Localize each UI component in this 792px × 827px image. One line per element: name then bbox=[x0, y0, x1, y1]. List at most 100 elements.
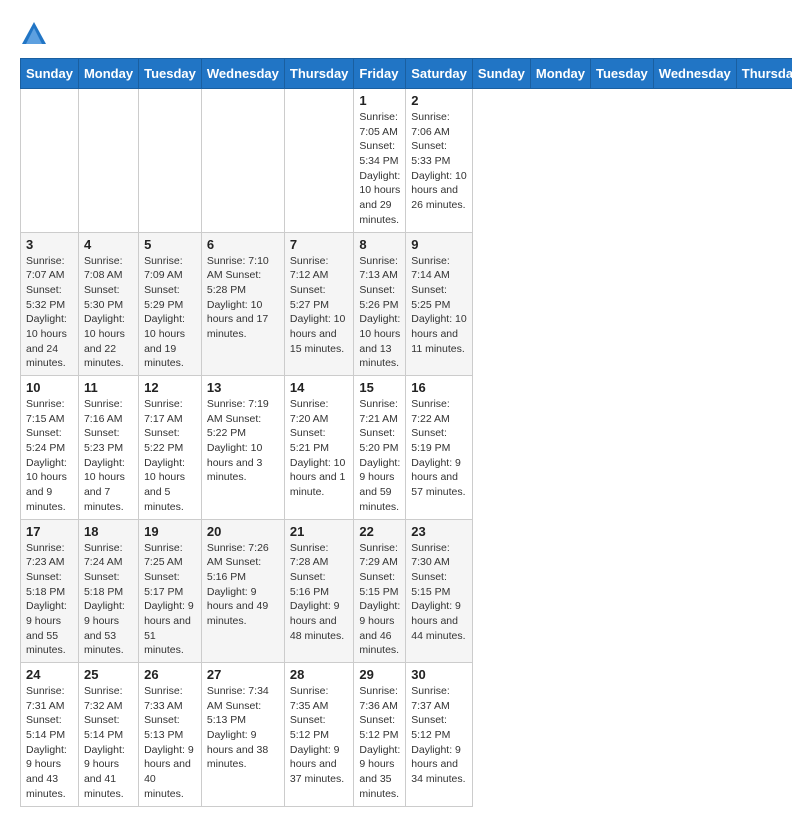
weekday-header-tuesday: Tuesday bbox=[591, 59, 654, 89]
calendar-cell: 7 Sunrise: 7:12 AM Sunset: 5:27 PM Daylig… bbox=[284, 232, 354, 376]
day-number: 6 bbox=[207, 237, 279, 252]
calendar-cell: 28 Sunrise: 7:35 AM Sunset: 5:12 PM Dayli… bbox=[284, 663, 354, 807]
day-number: 30 bbox=[411, 667, 467, 682]
logo bbox=[20, 20, 52, 48]
day-info: Sunrise: 7:23 AM Sunset: 5:18 PM Dayligh… bbox=[26, 541, 73, 659]
day-number: 28 bbox=[290, 667, 349, 682]
logo-icon bbox=[20, 20, 48, 48]
day-info: Sunrise: 7:29 AM Sunset: 5:15 PM Dayligh… bbox=[359, 541, 400, 659]
day-number: 8 bbox=[359, 237, 400, 252]
day-info: Sunrise: 7:09 AM Sunset: 5:29 PM Dayligh… bbox=[144, 254, 196, 372]
calendar-cell: 1 Sunrise: 7:05 AM Sunset: 5:34 PM Daylig… bbox=[354, 89, 406, 233]
day-number: 1 bbox=[359, 93, 400, 108]
day-info: Sunrise: 7:36 AM Sunset: 5:12 PM Dayligh… bbox=[359, 684, 400, 802]
day-info: Sunrise: 7:34 AM Sunset: 5:13 PM Dayligh… bbox=[207, 684, 279, 772]
day-info: Sunrise: 7:15 AM Sunset: 5:24 PM Dayligh… bbox=[26, 397, 73, 515]
day-info: Sunrise: 7:12 AM Sunset: 5:27 PM Dayligh… bbox=[290, 254, 349, 357]
day-number: 5 bbox=[144, 237, 196, 252]
day-info: Sunrise: 7:26 AM Sunset: 5:16 PM Dayligh… bbox=[207, 541, 279, 629]
day-number: 17 bbox=[26, 524, 73, 539]
weekday-header-thursday: Thursday bbox=[284, 59, 354, 89]
day-number: 27 bbox=[207, 667, 279, 682]
weekday-header-thursday: Thursday bbox=[736, 59, 792, 89]
day-number: 2 bbox=[411, 93, 467, 108]
calendar-cell: 24 Sunrise: 7:31 AM Sunset: 5:14 PM Dayli… bbox=[21, 663, 79, 807]
day-info: Sunrise: 7:24 AM Sunset: 5:18 PM Dayligh… bbox=[84, 541, 133, 659]
day-info: Sunrise: 7:16 AM Sunset: 5:23 PM Dayligh… bbox=[84, 397, 133, 515]
calendar-week-row: 10 Sunrise: 7:15 AM Sunset: 5:24 PM Dayli… bbox=[21, 376, 792, 520]
day-info: Sunrise: 7:06 AM Sunset: 5:33 PM Dayligh… bbox=[411, 110, 467, 213]
calendar-cell bbox=[139, 89, 202, 233]
day-number: 26 bbox=[144, 667, 196, 682]
day-number: 12 bbox=[144, 380, 196, 395]
day-number: 13 bbox=[207, 380, 279, 395]
day-number: 21 bbox=[290, 524, 349, 539]
calendar-cell: 9 Sunrise: 7:14 AM Sunset: 5:25 PM Daylig… bbox=[406, 232, 473, 376]
calendar-week-row: 17 Sunrise: 7:23 AM Sunset: 5:18 PM Dayli… bbox=[21, 519, 792, 663]
day-info: Sunrise: 7:30 AM Sunset: 5:15 PM Dayligh… bbox=[411, 541, 467, 644]
calendar-cell: 16Sunrise: 7:22 AM Sunset: 5:19 PM Dayli… bbox=[406, 376, 473, 520]
day-info: Sunrise: 7:13 AM Sunset: 5:26 PM Dayligh… bbox=[359, 254, 400, 372]
calendar-week-row: 24 Sunrise: 7:31 AM Sunset: 5:14 PM Dayli… bbox=[21, 663, 792, 807]
calendar-cell: 21 Sunrise: 7:28 AM Sunset: 5:16 PM Dayli… bbox=[284, 519, 354, 663]
weekday-header-saturday: Saturday bbox=[406, 59, 473, 89]
day-number: 16 bbox=[411, 380, 467, 395]
day-number: 29 bbox=[359, 667, 400, 682]
calendar-cell: 11 Sunrise: 7:16 AM Sunset: 5:23 PM Dayli… bbox=[78, 376, 138, 520]
day-info: Sunrise: 7:14 AM Sunset: 5:25 PM Dayligh… bbox=[411, 254, 467, 357]
calendar-cell: 18 Sunrise: 7:24 AM Sunset: 5:18 PM Dayli… bbox=[78, 519, 138, 663]
day-info: Sunrise: 7:08 AM Sunset: 5:30 PM Dayligh… bbox=[84, 254, 133, 372]
day-number: 20 bbox=[207, 524, 279, 539]
calendar-cell: 15 Sunrise: 7:21 AM Sunset: 5:20 PM Dayli… bbox=[354, 376, 406, 520]
page-header bbox=[20, 20, 772, 48]
day-info: Sunrise: 7:33 AM Sunset: 5:13 PM Dayligh… bbox=[144, 684, 196, 802]
day-info: Sunrise: 7:10 AM Sunset: 5:28 PM Dayligh… bbox=[207, 254, 279, 342]
day-number: 14 bbox=[290, 380, 349, 395]
day-info: Sunrise: 7:37 AM Sunset: 5:12 PM Dayligh… bbox=[411, 684, 467, 787]
calendar-cell: 17 Sunrise: 7:23 AM Sunset: 5:18 PM Dayli… bbox=[21, 519, 79, 663]
calendar-cell: 8 Sunrise: 7:13 AM Sunset: 5:26 PM Daylig… bbox=[354, 232, 406, 376]
calendar-cell: 29 Sunrise: 7:36 AM Sunset: 5:12 PM Dayli… bbox=[354, 663, 406, 807]
day-info: Sunrise: 7:21 AM Sunset: 5:20 PM Dayligh… bbox=[359, 397, 400, 515]
day-info: Sunrise: 7:32 AM Sunset: 5:14 PM Dayligh… bbox=[84, 684, 133, 802]
day-number: 7 bbox=[290, 237, 349, 252]
day-number: 18 bbox=[84, 524, 133, 539]
day-info: Sunrise: 7:31 AM Sunset: 5:14 PM Dayligh… bbox=[26, 684, 73, 802]
day-number: 25 bbox=[84, 667, 133, 682]
day-number: 23 bbox=[411, 524, 467, 539]
calendar-cell: 27 Sunrise: 7:34 AM Sunset: 5:13 PM Dayli… bbox=[201, 663, 284, 807]
weekday-header-sunday: Sunday bbox=[21, 59, 79, 89]
day-info: Sunrise: 7:05 AM Sunset: 5:34 PM Dayligh… bbox=[359, 110, 400, 228]
calendar-header-row: SundayMondayTuesdayWednesdayThursdayFrid… bbox=[21, 59, 792, 89]
calendar-cell: 4 Sunrise: 7:08 AM Sunset: 5:30 PM Daylig… bbox=[78, 232, 138, 376]
calendar-cell bbox=[284, 89, 354, 233]
day-info: Sunrise: 7:35 AM Sunset: 5:12 PM Dayligh… bbox=[290, 684, 349, 787]
calendar-week-row: 3Sunrise: 7:07 AM Sunset: 5:32 PM Daylig… bbox=[21, 232, 792, 376]
calendar-cell: 12 Sunrise: 7:17 AM Sunset: 5:22 PM Dayli… bbox=[139, 376, 202, 520]
calendar-cell: 3Sunrise: 7:07 AM Sunset: 5:32 PM Daylig… bbox=[21, 232, 79, 376]
weekday-header-sunday: Sunday bbox=[472, 59, 530, 89]
weekday-header-monday: Monday bbox=[530, 59, 590, 89]
day-number: 9 bbox=[411, 237, 467, 252]
day-number: 24 bbox=[26, 667, 73, 682]
weekday-header-wednesday: Wednesday bbox=[653, 59, 736, 89]
day-info: Sunrise: 7:28 AM Sunset: 5:16 PM Dayligh… bbox=[290, 541, 349, 644]
calendar-cell: 10 Sunrise: 7:15 AM Sunset: 5:24 PM Dayli… bbox=[21, 376, 79, 520]
calendar-cell: 26 Sunrise: 7:33 AM Sunset: 5:13 PM Dayli… bbox=[139, 663, 202, 807]
calendar-cell: 23 Sunrise: 7:30 AM Sunset: 5:15 PM Dayli… bbox=[406, 519, 473, 663]
day-number: 10 bbox=[26, 380, 73, 395]
day-info: Sunrise: 7:07 AM Sunset: 5:32 PM Dayligh… bbox=[26, 254, 73, 372]
day-info: Sunrise: 7:19 AM Sunset: 5:22 PM Dayligh… bbox=[207, 397, 279, 485]
day-number: 19 bbox=[144, 524, 196, 539]
day-number: 22 bbox=[359, 524, 400, 539]
weekday-header-wednesday: Wednesday bbox=[201, 59, 284, 89]
calendar-cell: 5 Sunrise: 7:09 AM Sunset: 5:29 PM Daylig… bbox=[139, 232, 202, 376]
day-number: 11 bbox=[84, 380, 133, 395]
weekday-header-tuesday: Tuesday bbox=[139, 59, 202, 89]
calendar-table: SundayMondayTuesdayWednesdayThursdayFrid… bbox=[20, 58, 792, 807]
weekday-header-friday: Friday bbox=[354, 59, 406, 89]
calendar-cell: 19Sunrise: 7:25 AM Sunset: 5:17 PM Dayli… bbox=[139, 519, 202, 663]
day-number: 15 bbox=[359, 380, 400, 395]
day-number: 4 bbox=[84, 237, 133, 252]
day-info: Sunrise: 7:17 AM Sunset: 5:22 PM Dayligh… bbox=[144, 397, 196, 515]
